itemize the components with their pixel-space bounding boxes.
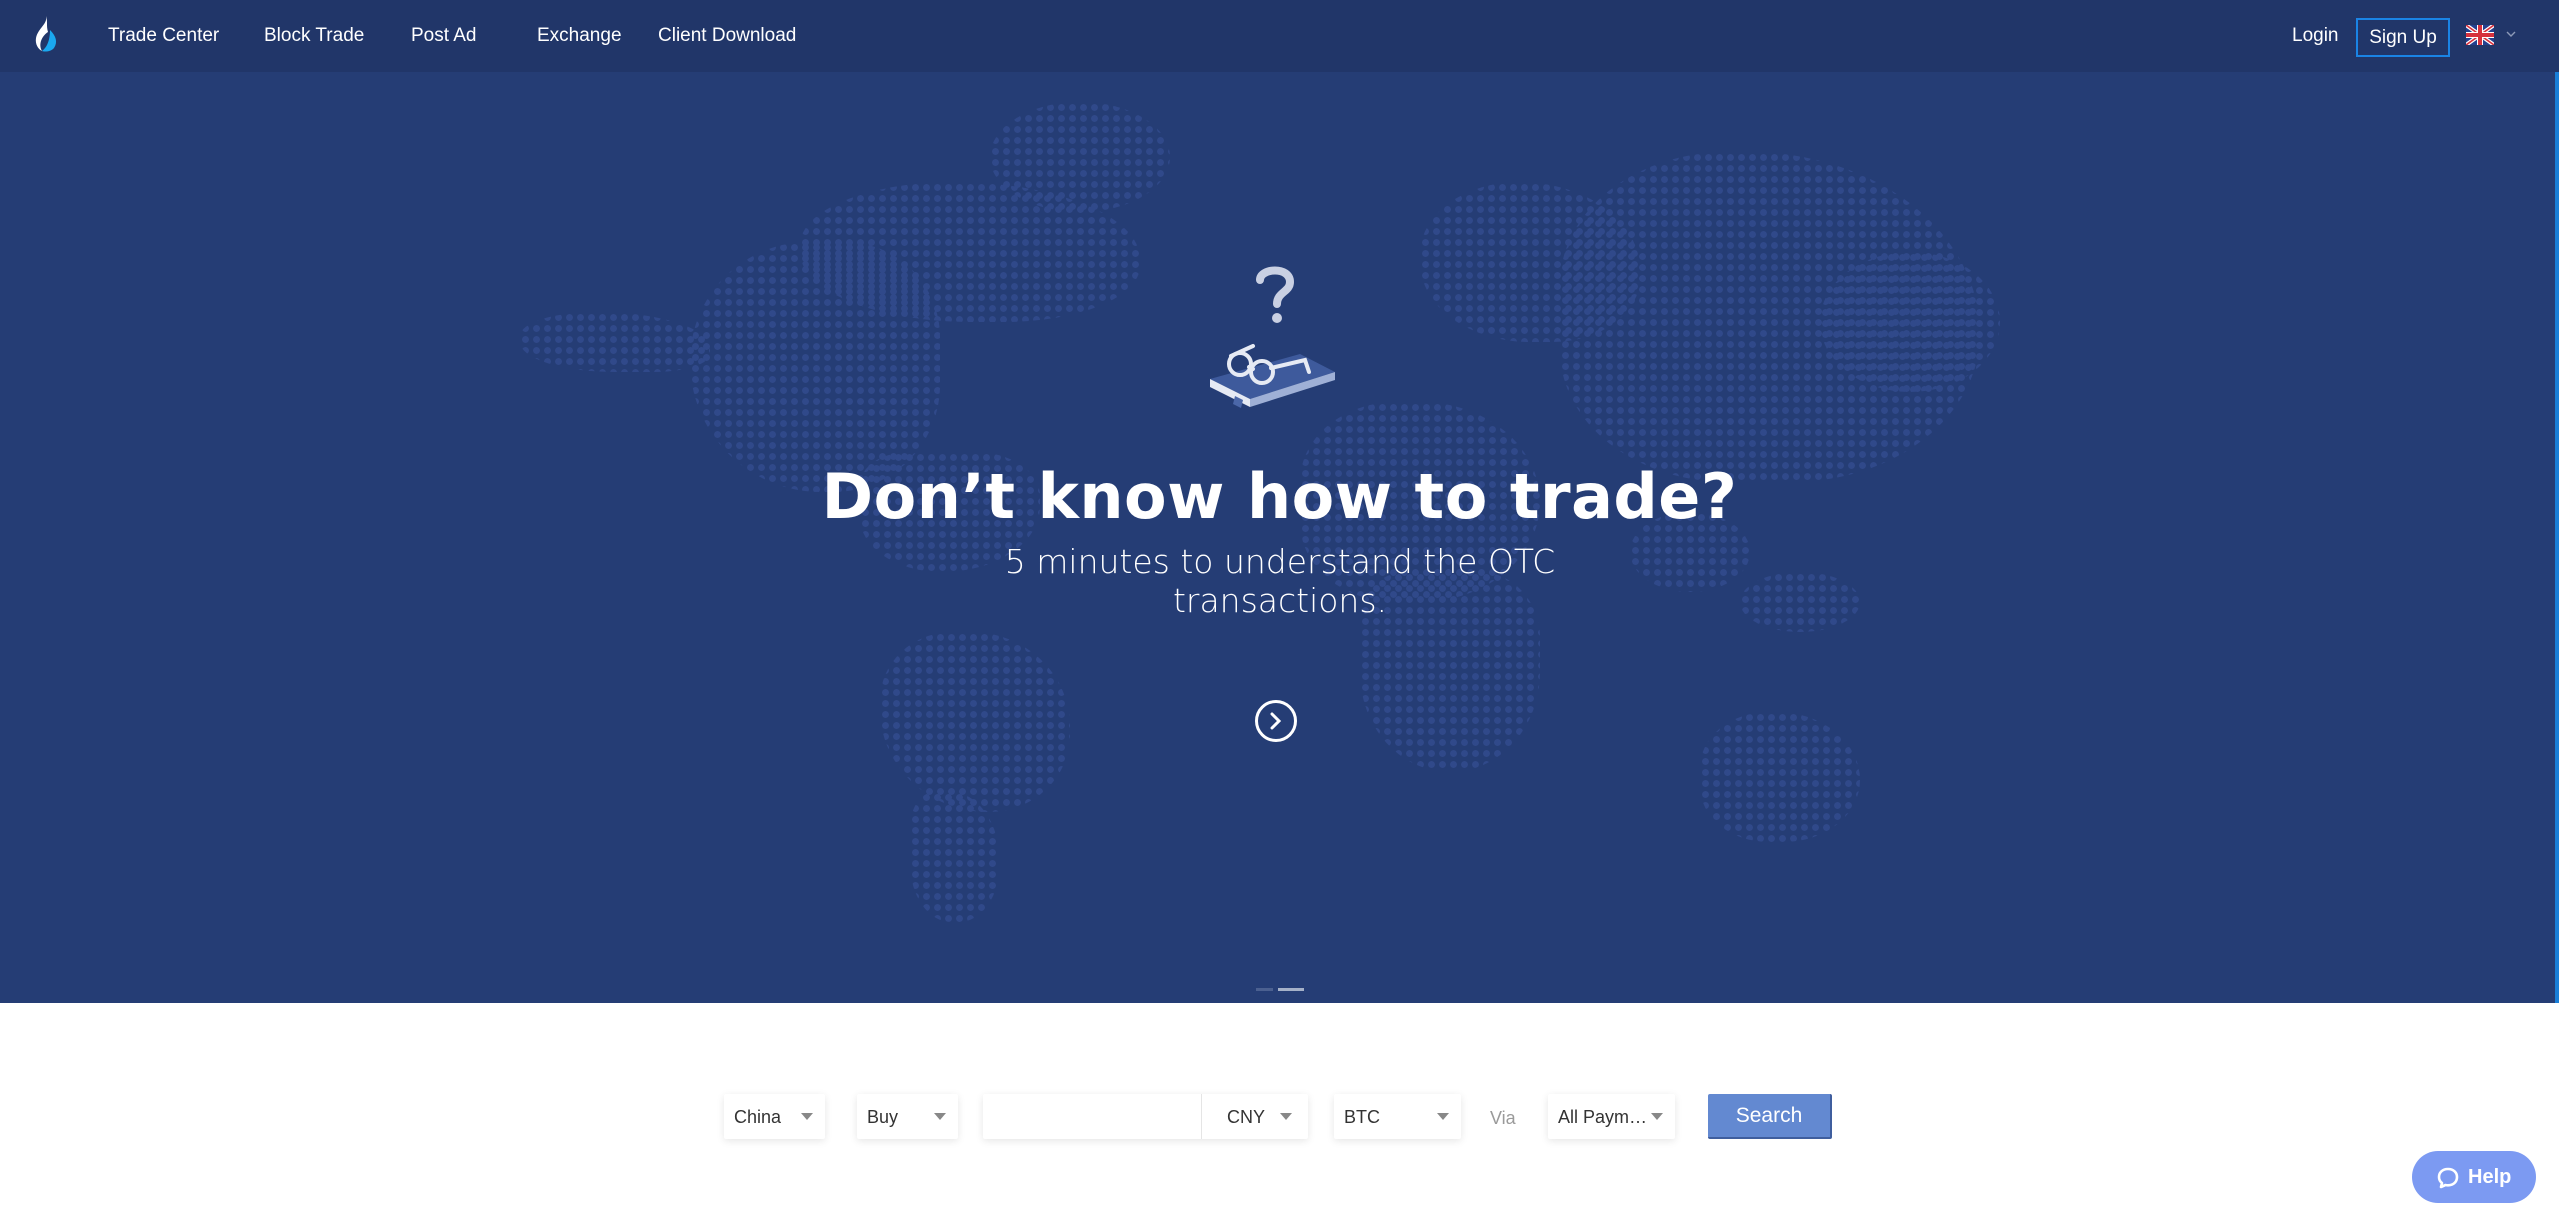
- caret-down-icon: [1437, 1113, 1449, 1120]
- logo-icon[interactable]: [32, 16, 58, 52]
- payment-select[interactable]: All Paym…: [1548, 1094, 1675, 1139]
- search-button[interactable]: Search: [1708, 1094, 1832, 1139]
- amount-input[interactable]: [983, 1094, 1201, 1139]
- crypto-value: BTC: [1344, 1107, 1380, 1127]
- hero-title: Don’t know how to trade?: [821, 460, 1738, 533]
- nav-post-ad[interactable]: Post Ad: [411, 24, 477, 48]
- caret-down-icon: [801, 1113, 813, 1120]
- uk-flag-icon: [2466, 25, 2494, 45]
- country-value: China: [734, 1107, 782, 1127]
- chat-bubble-icon: [2437, 1167, 2459, 1189]
- payment-value: All Paym…: [1558, 1107, 1648, 1127]
- caret-down-icon: [1651, 1113, 1663, 1120]
- help-button[interactable]: Help: [2412, 1151, 2536, 1203]
- language-selector[interactable]: [2466, 25, 2522, 49]
- help-label: Help: [2468, 1166, 2512, 1188]
- country-select[interactable]: China: [724, 1094, 825, 1139]
- login-link[interactable]: Login: [2292, 24, 2339, 48]
- slide-indicator-2-active[interactable]: [1278, 988, 1304, 991]
- signup-button[interactable]: Sign Up: [2356, 18, 2450, 57]
- hero-subtitle: 5 minutes to understand the OTC transact…: [1004, 542, 1556, 620]
- side-select[interactable]: Buy: [857, 1094, 958, 1139]
- via-label: Via: [1490, 1108, 1516, 1128]
- hero-next-button[interactable]: [1255, 700, 1297, 742]
- question-mark-icon: [1256, 266, 1295, 323]
- scroll-edge: [2555, 72, 2559, 1003]
- caret-down-icon: [934, 1113, 946, 1120]
- hero-banner[interactable]: Don’t know how to trade? 5 minutes to un…: [0, 72, 2559, 1003]
- chevron-down-icon: [2506, 31, 2516, 37]
- slide-indicator-1[interactable]: [1256, 988, 1273, 991]
- nav-client-download[interactable]: Client Download: [658, 24, 796, 48]
- caret-down-icon: [1280, 1113, 1292, 1120]
- crypto-select[interactable]: BTC: [1334, 1094, 1461, 1139]
- book-glasses-icon: [1210, 344, 1335, 408]
- chevron-right-icon: [1270, 712, 1282, 730]
- fiat-currency-value: CNY: [1227, 1107, 1266, 1127]
- top-nav: Trade Center Block Trade Post Ad Exchang…: [0, 0, 2559, 72]
- nav-exchange[interactable]: Exchange: [537, 24, 622, 48]
- nav-trade-center[interactable]: Trade Center: [108, 24, 219, 48]
- fiat-currency-select[interactable]: CNY: [1202, 1094, 1308, 1139]
- side-value: Buy: [867, 1107, 899, 1127]
- nav-block-trade[interactable]: Block Trade: [264, 24, 364, 48]
- world-map-dots: [0, 72, 2559, 1003]
- amount-group: CNY: [983, 1094, 1308, 1139]
